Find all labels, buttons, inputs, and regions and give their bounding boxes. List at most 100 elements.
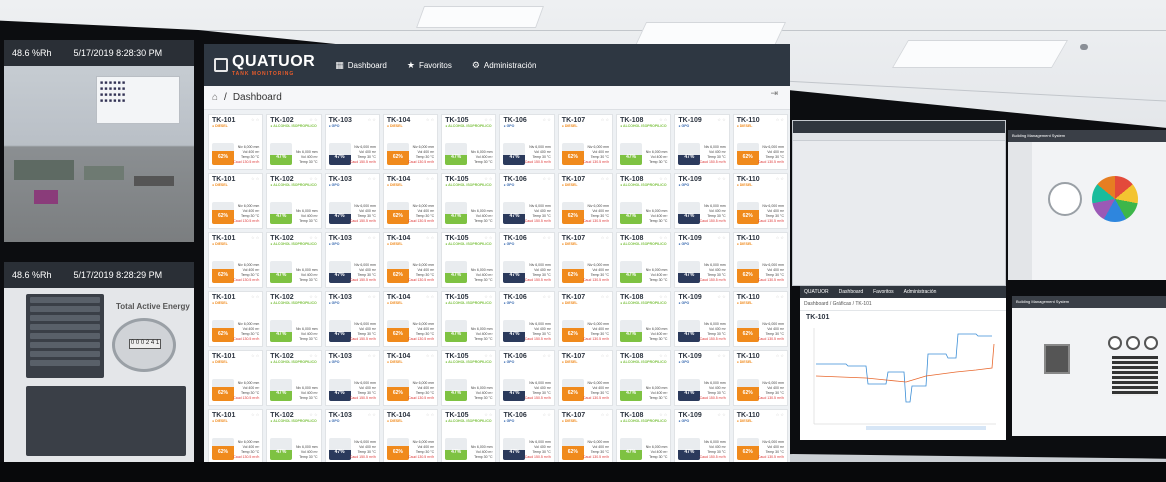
tank-card-tk-109[interactable]: TK-109 ● GPO ☆ ☆ 47% Niv 6,000 mm Vol 400 m³ T… — [674, 350, 730, 406]
tank-card-tk-106[interactable]: TK-106 ● GPO ☆ ☆ 47% Niv 6,000 mm Vol 400 m³ T… — [499, 350, 555, 406]
favorite-star-icon[interactable]: ☆ ☆ — [776, 235, 784, 240]
favorite-star-icon[interactable]: ☆ ☆ — [309, 294, 317, 299]
favorite-star-icon[interactable]: ☆ ☆ — [251, 294, 259, 299]
nav-dashboard[interactable]: Dashboard — [839, 289, 863, 295]
favorite-star-icon[interactable]: ☆ ☆ — [309, 117, 317, 122]
tank-card-tk-104[interactable]: TK-104 ● DIESEL ☆ ☆ 62% Niv 6,000 mm Vol 400 … — [382, 291, 439, 347]
tank-card-tk-101[interactable]: TK-101 ● DIESEL ☆ ☆ 62% Niv 6,000 mm Vol 400 … — [208, 291, 264, 347]
favorite-star-icon[interactable]: ☆ ☆ — [368, 176, 376, 181]
favorite-star-icon[interactable]: ☆ ☆ — [426, 353, 434, 358]
nav-dashboard[interactable]: ▦ Dashboard — [335, 60, 387, 71]
favorite-star-icon[interactable]: ☆ ☆ — [309, 412, 317, 417]
favorite-star-icon[interactable]: ☆ ☆ — [601, 294, 609, 299]
favorite-star-icon[interactable]: ☆ ☆ — [309, 353, 317, 358]
tank-card-tk-110[interactable]: TK-110 ● DIESEL ☆ ☆ 62% Niv 6,000 mm Vol 400 … — [732, 114, 788, 170]
tank-card-tk-104[interactable]: TK-104 ● DIESEL ☆ ☆ 62% Niv 6,000 mm Vol 400 … — [382, 350, 439, 406]
tank-card-tk-101[interactable]: TK-101 ● DIESEL ☆ ☆ 62% Niv 6,000 mm Vol 400 … — [208, 350, 264, 406]
tank-card-tk-101[interactable]: TK-101 ● DIESEL ☆ ☆ 62% Niv 6,000 mm Vol 400 … — [208, 409, 264, 465]
tank-card-tk-107[interactable]: TK-107 ● DIESEL ☆ ☆ 62% Niv 6,000 mm Vol 400 … — [557, 409, 614, 465]
tank-card-tk-103[interactable]: TK-103 ● GPO ☆ ☆ 47% Niv 6,000 mm Vol 400 m³ T… — [324, 409, 380, 465]
favorite-star-icon[interactable]: ☆ ☆ — [601, 176, 609, 181]
favorite-star-icon[interactable]: ☆ ☆ — [776, 294, 784, 299]
tank-card-tk-103[interactable]: TK-103 ● GPO ☆ ☆ 47% Niv 6,000 mm Vol 400 m³ T… — [324, 350, 380, 406]
home-icon[interactable]: ⌂ — [212, 92, 218, 103]
favorite-star-icon[interactable]: ☆ ☆ — [543, 176, 551, 181]
tank-card-tk-106[interactable]: TK-106 ● GPO ☆ ☆ 47% Niv 6,000 mm Vol 400 m³ T… — [499, 173, 555, 229]
tank-card-tk-108[interactable]: TK-108 ● ALCOHOL ISOPROPILICO ☆ ☆ 47% Niv 6,… — [616, 232, 672, 288]
tank-card-tk-102[interactable]: TK-102 ● ALCOHOL ISOPROPILICO ☆ ☆ 47% Niv 6,… — [266, 114, 322, 170]
tank-card-tk-102[interactable]: TK-102 ● ALCOHOL ISOPROPILICO ☆ ☆ 47% Niv 6,… — [266, 409, 322, 465]
favorite-star-icon[interactable]: ☆ ☆ — [484, 412, 492, 417]
pie-chart[interactable] — [1092, 176, 1138, 222]
favorite-star-icon[interactable]: ☆ ☆ — [368, 353, 376, 358]
favorite-star-icon[interactable]: ☆ ☆ — [717, 117, 725, 122]
favorite-star-icon[interactable]: ☆ ☆ — [368, 117, 376, 122]
tank-card-tk-108[interactable]: TK-108 ● ALCOHOL ISOPROPILICO ☆ ☆ 47% Niv 6,… — [616, 291, 672, 347]
tank-card-tk-108[interactable]: TK-108 ● ALCOHOL ISOPROPILICO ☆ ☆ 47% Niv 6,… — [616, 173, 672, 229]
favorite-star-icon[interactable]: ☆ ☆ — [543, 353, 551, 358]
favorite-star-icon[interactable]: ☆ ☆ — [309, 176, 317, 181]
tank-card-tk-105[interactable]: TK-105 ● ALCOHOL ISOPROPILICO ☆ ☆ 47% Niv 6,… — [441, 350, 497, 406]
tank-card-tk-109[interactable]: TK-109 ● GPO ☆ ☆ 47% Niv 6,000 mm Vol 400 m³ T… — [674, 173, 730, 229]
tank-card-tk-106[interactable]: TK-106 ● GPO ☆ ☆ 47% Niv 6,000 mm Vol 400 m³ T… — [499, 409, 555, 465]
nav-administracion[interactable]: Administración — [904, 289, 937, 295]
favorite-star-icon[interactable]: ☆ ☆ — [484, 353, 492, 358]
favorite-star-icon[interactable]: ☆ ☆ — [659, 176, 667, 181]
tank-card-tk-110[interactable]: TK-110 ● DIESEL ☆ ☆ 62% Niv 6,000 mm Vol 400 … — [732, 409, 788, 465]
tank-card-tk-108[interactable]: TK-108 ● ALCOHOL ISOPROPILICO ☆ ☆ 47% Niv 6,… — [616, 350, 672, 406]
tank-card-tk-109[interactable]: TK-109 ● GPO ☆ ☆ 47% Niv 6,000 mm Vol 400 m³ T… — [674, 114, 730, 170]
tank-card-tk-105[interactable]: TK-105 ● ALCOHOL ISOPROPILICO ☆ ☆ 47% Niv 6,… — [441, 409, 497, 465]
tank-card-tk-108[interactable]: TK-108 ● ALCOHOL ISOPROPILICO ☆ ☆ 47% Niv 6,… — [616, 409, 672, 465]
tank-card-tk-107[interactable]: TK-107 ● DIESEL ☆ ☆ 62% Niv 6,000 mm Vol 400 … — [557, 114, 614, 170]
favorite-star-icon[interactable]: ☆ ☆ — [484, 235, 492, 240]
favorite-star-icon[interactable]: ☆ ☆ — [717, 353, 725, 358]
favorite-star-icon[interactable]: ☆ ☆ — [484, 117, 492, 122]
tank-card-tk-106[interactable]: TK-106 ● GPO ☆ ☆ 47% Niv 6,000 mm Vol 400 m³ T… — [499, 291, 555, 347]
time-range-scrollbar[interactable] — [866, 426, 986, 430]
tank-card-tk-103[interactable]: TK-103 ● GPO ☆ ☆ 47% Niv 6,000 mm Vol 400 m³ T… — [324, 291, 380, 347]
tank-card-tk-103[interactable]: TK-103 ● GPO ☆ ☆ 47% Niv 6,000 mm Vol 400 m³ T… — [324, 114, 380, 170]
tank-card-tk-104[interactable]: TK-104 ● DIESEL ☆ ☆ 62% Niv 6,000 mm Vol 400 … — [382, 232, 439, 288]
favorite-star-icon[interactable]: ☆ ☆ — [543, 117, 551, 122]
favorite-star-icon[interactable]: ☆ ☆ — [543, 412, 551, 417]
tank-card-tk-105[interactable]: TK-105 ● ALCOHOL ISOPROPILICO ☆ ☆ 47% Niv 6,… — [441, 173, 497, 229]
favorite-star-icon[interactable]: ☆ ☆ — [309, 235, 317, 240]
tank-card-tk-101[interactable]: TK-101 ● DIESEL ☆ ☆ 62% Niv 6,000 mm Vol 400 … — [208, 232, 264, 288]
favorite-star-icon[interactable]: ☆ ☆ — [368, 235, 376, 240]
favorite-star-icon[interactable]: ☆ ☆ — [601, 235, 609, 240]
favorite-star-icon[interactable]: ☆ ☆ — [717, 235, 725, 240]
favorite-star-icon[interactable]: ☆ ☆ — [543, 294, 551, 299]
tank-card-tk-109[interactable]: TK-109 ● GPO ☆ ☆ 47% Niv 6,000 mm Vol 400 m³ T… — [674, 291, 730, 347]
nav-administracion[interactable]: ⚙ Administración — [472, 60, 537, 71]
favorite-star-icon[interactable]: ☆ ☆ — [251, 235, 259, 240]
tank-card-tk-105[interactable]: TK-105 ● ALCOHOL ISOPROPILICO ☆ ☆ 47% Niv 6,… — [441, 291, 497, 347]
favorite-star-icon[interactable]: ☆ ☆ — [659, 412, 667, 417]
tank-card-tk-104[interactable]: TK-104 ● DIESEL ☆ ☆ 62% Niv 6,000 mm Vol 400 … — [382, 409, 439, 465]
favorite-star-icon[interactable]: ☆ ☆ — [426, 412, 434, 417]
favorite-star-icon[interactable]: ☆ ☆ — [426, 176, 434, 181]
favorite-star-icon[interactable]: ☆ ☆ — [251, 353, 259, 358]
facility-3d-view[interactable]: ■ ■ ■ ■ ■ ■ ■ ■ ■ ■ ■ ■ ■ ■ ■ ■ ■ ■ ■ ■ ■ ■… — [4, 66, 194, 242]
favorite-star-icon[interactable]: ☆ ☆ — [484, 176, 492, 181]
trend-chart[interactable] — [806, 324, 1000, 434]
tank-card-tk-105[interactable]: TK-105 ● ALCOHOL ISOPROPILICO ☆ ☆ 47% Niv 6,… — [441, 232, 497, 288]
tank-card-tk-110[interactable]: TK-110 ● DIESEL ☆ ☆ 62% Niv 6,000 mm Vol 400 … — [732, 291, 788, 347]
tank-card-tk-104[interactable]: TK-104 ● DIESEL ☆ ☆ 62% Niv 6,000 mm Vol 400 … — [382, 114, 439, 170]
favorite-star-icon[interactable]: ☆ ☆ — [659, 353, 667, 358]
tank-card-tk-101[interactable]: TK-101 ● DIESEL ☆ ☆ 62% Niv 6,000 mm Vol 400 … — [208, 173, 264, 229]
logout-icon[interactable]: ⇥ — [770, 88, 778, 99]
favorite-star-icon[interactable]: ☆ ☆ — [251, 176, 259, 181]
favorite-star-icon[interactable]: ☆ ☆ — [659, 235, 667, 240]
favorite-star-icon[interactable]: ☆ ☆ — [776, 412, 784, 417]
nav-favoritos[interactable]: ★ Favoritos — [407, 60, 452, 71]
favorite-star-icon[interactable]: ☆ ☆ — [601, 117, 609, 122]
favorite-star-icon[interactable]: ☆ ☆ — [776, 176, 784, 181]
tank-card-tk-107[interactable]: TK-107 ● DIESEL ☆ ☆ 62% Niv 6,000 mm Vol 400 … — [557, 350, 614, 406]
favorite-star-icon[interactable]: ☆ ☆ — [426, 117, 434, 122]
favorite-star-icon[interactable]: ☆ ☆ — [659, 294, 667, 299]
tank-card-tk-110[interactable]: TK-110 ● DIESEL ☆ ☆ 62% Niv 6,000 mm Vol 400 … — [732, 232, 788, 288]
favorite-star-icon[interactable]: ☆ ☆ — [368, 412, 376, 417]
tank-card-tk-103[interactable]: TK-103 ● GPO ☆ ☆ 47% Niv 6,000 mm Vol 400 m³ T… — [324, 232, 380, 288]
favorite-star-icon[interactable]: ☆ ☆ — [251, 117, 259, 122]
favorite-star-icon[interactable]: ☆ ☆ — [426, 235, 434, 240]
